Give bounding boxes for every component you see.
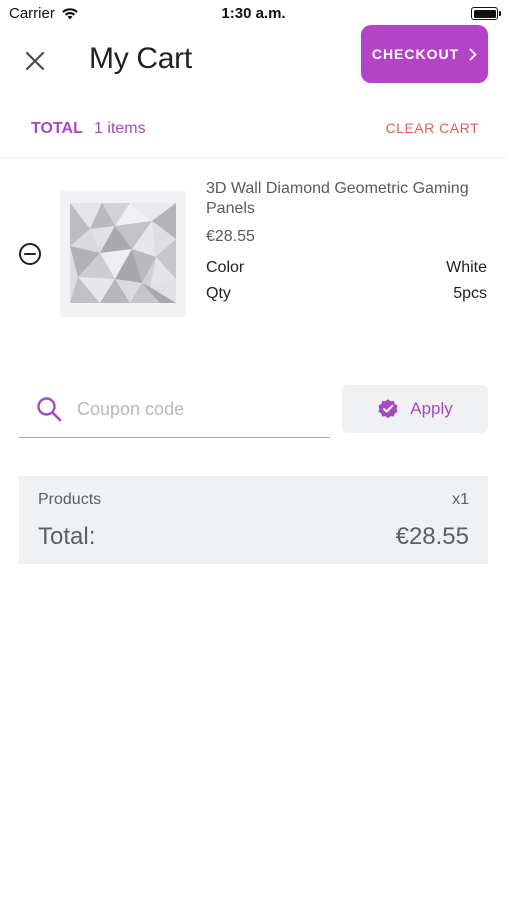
attribute-name: Color [206, 259, 245, 276]
product-image [60, 191, 186, 317]
product-price: €28.55 [206, 228, 255, 245]
item-count: 1 items [94, 120, 146, 137]
products-quantity: x1 [452, 491, 469, 508]
remove-circle-icon [19, 243, 41, 265]
product-thumbnail[interactable] [60, 191, 186, 317]
close-icon [25, 51, 45, 71]
chevron-right-icon [469, 48, 477, 60]
checkout-button[interactable]: CHECKOUT [361, 25, 488, 83]
coupon-input[interactable] [77, 394, 317, 424]
order-summary: Products x1 Total: €28.55 [19, 476, 488, 564]
total-label: TOTAL [31, 120, 83, 137]
attribute-value: White [446, 259, 487, 276]
cart-item: 3D Wall Diamond Geometric Gaming Panels … [0, 170, 507, 330]
apply-coupon-button[interactable]: Apply [342, 385, 488, 433]
close-button[interactable] [20, 46, 50, 76]
remove-item-button[interactable] [18, 242, 42, 266]
attribute-row-qty: Qty 5pcs [206, 285, 487, 303]
battery-icon [471, 7, 501, 20]
checkout-label: CHECKOUT [371, 46, 460, 62]
verified-badge-icon [378, 399, 398, 419]
attribute-value: 5pcs [453, 285, 487, 302]
status-bar: Carrier 1:30 a.m. [0, 0, 507, 28]
cart-total-bar: TOTAL 1 items CLEAR CART [0, 104, 507, 158]
apply-label: Apply [410, 399, 453, 418]
attribute-name: Qty [206, 285, 231, 302]
products-label: Products [38, 491, 102, 508]
status-time: 1:30 a.m. [221, 5, 286, 22]
total-value: €28.55 [395, 523, 469, 550]
page-title: My Cart [89, 42, 192, 75]
product-name[interactable]: 3D Wall Diamond Geometric Gaming Panels [206, 179, 491, 219]
clear-cart-button[interactable]: CLEAR CART [386, 120, 479, 136]
coupon-field [19, 384, 330, 438]
attribute-row-color: Color White [206, 259, 487, 277]
app-header: My Cart CHECKOUT [0, 25, 507, 98]
search-icon [37, 397, 62, 422]
total-label: Total: [38, 523, 96, 550]
